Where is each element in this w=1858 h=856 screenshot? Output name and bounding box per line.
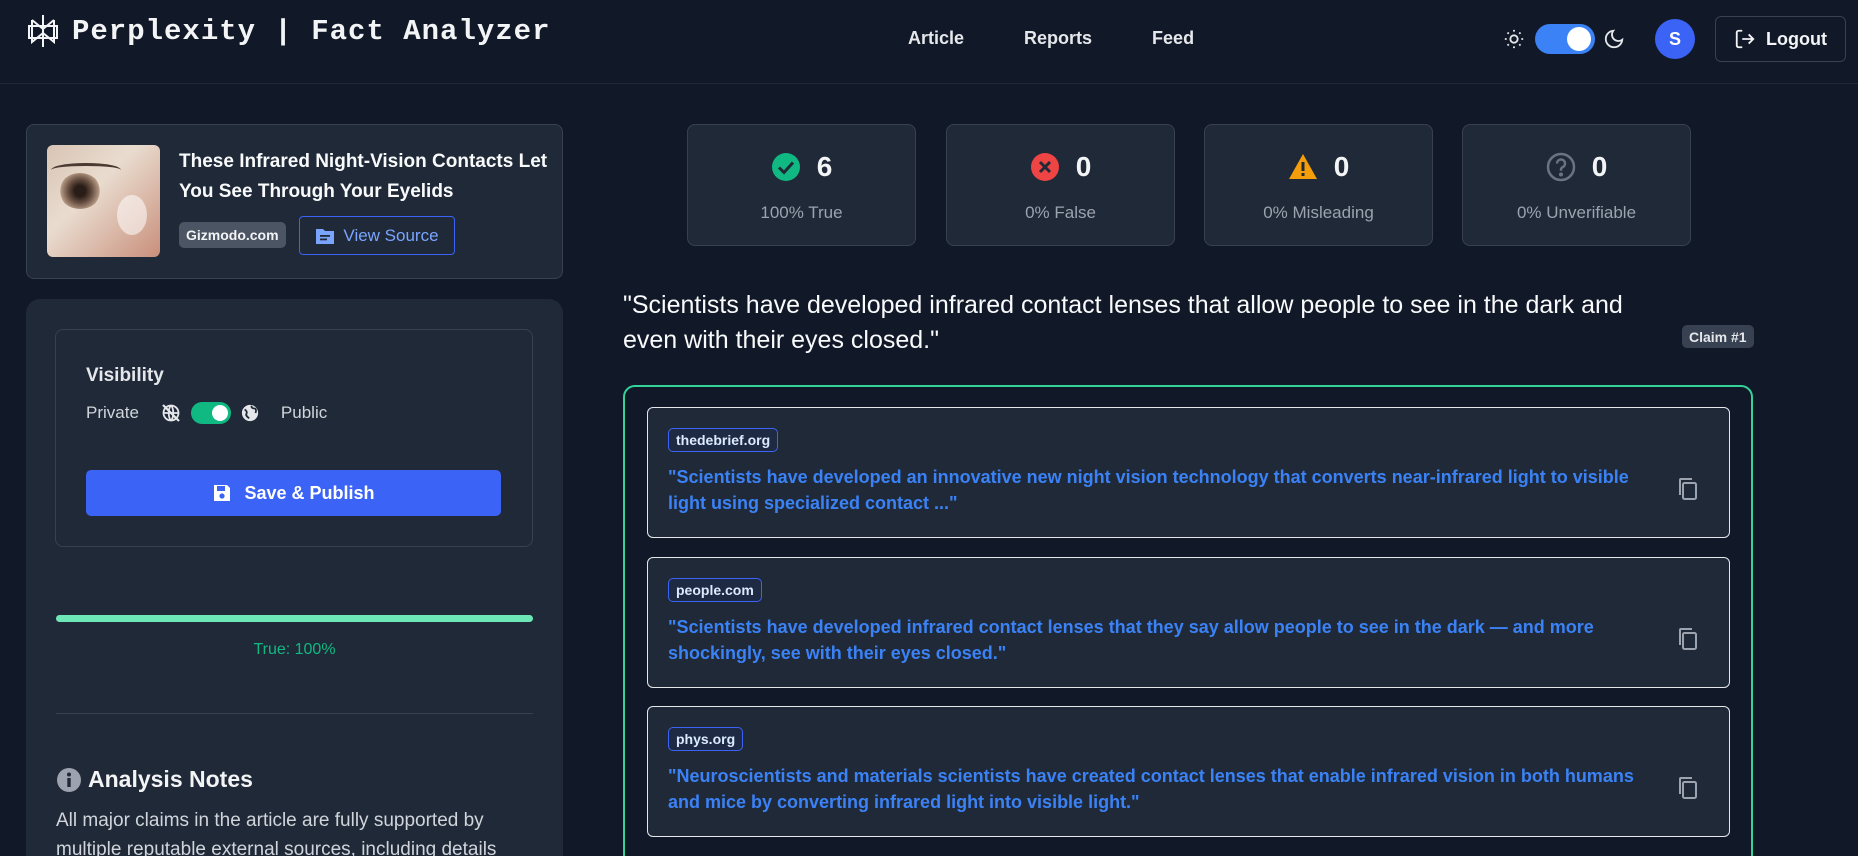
evidence-quote: "Scientists have developed infrared cont…: [668, 617, 1594, 663]
question-circle-icon: [1546, 152, 1575, 182]
stat-unverifiable: 0 0% Unverifiable: [1462, 124, 1691, 246]
stat-misleading: 0 0% Misleading: [1204, 124, 1433, 246]
copy-icon[interactable]: [1675, 626, 1701, 652]
source-badge: Gizmodo.com: [179, 222, 286, 248]
evidence-list: thedebrief.org "Scientists have develope…: [623, 385, 1753, 856]
analysis-notes-title: Analysis Notes: [88, 766, 253, 792]
visibility-toggle[interactable]: [190, 402, 231, 424]
analysis-notes-text: All major claims in the article are full…: [56, 810, 497, 856]
save-publish-label: Save & Publish: [244, 482, 375, 503]
evidence-card: phys.org "Neuroscientists and materials …: [647, 706, 1730, 837]
nav-article[interactable]: Article: [908, 28, 964, 49]
moon-icon: [1604, 29, 1624, 49]
stat-count: 0: [1075, 151, 1092, 182]
public-label: Public: [280, 403, 328, 422]
truth-progress-bar: [56, 615, 533, 622]
top-bar: Perplexity | Fact Analyzer Article Repor…: [0, 0, 1858, 84]
info-icon: [57, 767, 81, 792]
analysis-notes-heading: Analysis Notes: [56, 766, 253, 793]
stat-false: 0 0% False: [946, 124, 1175, 246]
copy-icon[interactable]: [1675, 476, 1701, 502]
stat-label: 0% False: [1025, 203, 1096, 222]
nav-reports[interactable]: Reports: [1024, 28, 1092, 49]
visibility-row: Private Public: [86, 402, 327, 424]
evidence-card: people.com "Scientists have developed in…: [647, 557, 1730, 688]
divider: [56, 713, 533, 714]
view-source-label: View Source: [343, 225, 439, 245]
evidence-domain[interactable]: people.com: [668, 578, 762, 602]
logout-label: Logout: [1766, 28, 1827, 49]
main-nav: Article Reports Feed: [908, 28, 1194, 49]
evidence-quote: "Neuroscientists and materials scientist…: [668, 766, 1634, 812]
toggle-knob: [211, 405, 228, 421]
stat-true: 6 100% True: [687, 124, 916, 246]
side-panel: Visibility Private Public Save & Publish…: [26, 299, 563, 856]
stat-count: 0: [1591, 151, 1608, 182]
stat-label: 100% True: [760, 203, 843, 222]
perplexity-logo-icon: [28, 15, 58, 47]
user-avatar[interactable]: S: [1655, 19, 1696, 59]
claim-number-badge: Claim #1: [1682, 325, 1754, 348]
visibility-title: Visibility: [86, 365, 164, 386]
truth-progress-label: True: 100%: [253, 641, 336, 658]
sun-icon: [1504, 29, 1524, 49]
logout-button[interactable]: Logout: [1715, 16, 1846, 62]
private-label: Private: [86, 403, 139, 422]
brand[interactable]: Perplexity | Fact Analyzer: [28, 14, 550, 48]
article-thumbnail: [47, 145, 160, 257]
globe-off-icon: [162, 404, 180, 422]
evidence-domain[interactable]: thedebrief.org: [668, 428, 779, 452]
stat-count: 0: [1333, 151, 1350, 182]
truth-progress-fill: [56, 615, 533, 622]
copy-icon[interactable]: [1675, 775, 1701, 801]
toggle-knob: [1567, 27, 1592, 51]
warning-icon: [1288, 154, 1317, 179]
view-source-button[interactable]: View Source: [299, 216, 455, 255]
stat-count: 6: [816, 151, 833, 182]
article-card: These Infrared Night-Vision Contacts Let…: [26, 124, 563, 279]
theme-toggle[interactable]: [1535, 24, 1596, 54]
evidence-card: thedebrief.org "Scientists have develope…: [647, 407, 1730, 538]
folder-icon: [316, 228, 335, 244]
check-circle-icon: [771, 153, 800, 181]
header-actions: S Logout: [1503, 16, 1846, 62]
x-circle-icon: [1030, 153, 1059, 181]
nav-feed[interactable]: Feed: [1152, 28, 1194, 49]
globe-icon: [241, 404, 259, 422]
evidence-domain[interactable]: phys.org: [668, 727, 744, 751]
stat-label: 0% Unverifiable: [1516, 203, 1637, 222]
visibility-box: Visibility Private Public Save & Publish: [55, 329, 533, 547]
article-title: These Infrared Night-Vision Contacts Let…: [179, 151, 548, 202]
app-title: Perplexity | Fact Analyzer: [72, 14, 551, 48]
stat-label: 0% Misleading: [1263, 203, 1374, 222]
save-icon: [214, 485, 231, 501]
evidence-quote: "Scientists have developed an innovative…: [668, 467, 1629, 513]
claim-text: "Scientists have developed infrared cont…: [623, 291, 1623, 354]
logout-icon: [1735, 29, 1755, 49]
save-publish-button[interactable]: Save & Publish: [86, 470, 501, 516]
